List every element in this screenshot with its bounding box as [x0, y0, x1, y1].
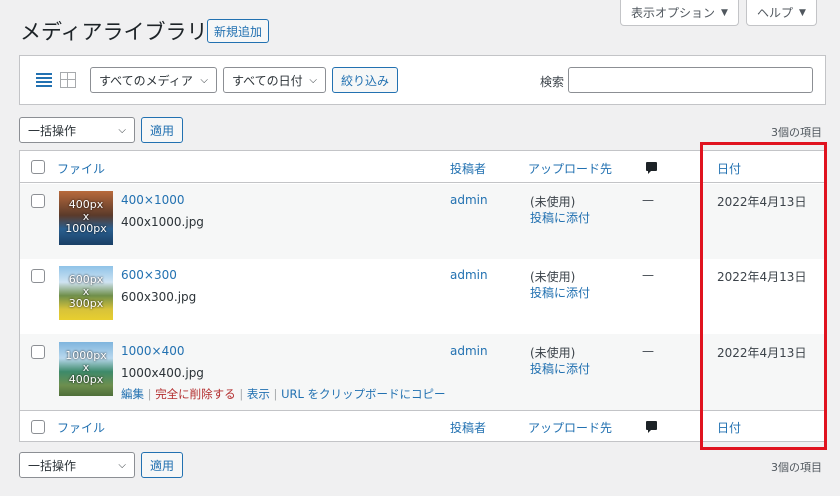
- screen-options-label: 表示オプション: [631, 6, 716, 20]
- column-file[interactable]: ファイル: [57, 419, 105, 436]
- thumbnail-image[interactable]: 1000px x 400px: [59, 342, 113, 396]
- search-input[interactable]: [568, 67, 813, 93]
- chevron-down-icon: ⌵: [118, 459, 126, 471]
- author-link[interactable]: admin: [450, 193, 488, 207]
- column-author[interactable]: 投稿者: [450, 160, 486, 177]
- add-new-button[interactable]: 新規追加: [207, 19, 270, 43]
- delete-permanently-link[interactable]: 完全に削除する: [155, 387, 236, 401]
- comment-count: —: [642, 193, 654, 207]
- caret-down-icon: ▼: [799, 7, 806, 18]
- bulk-action-select-top[interactable]: 一括操作 ⌵: [19, 117, 135, 143]
- date-select[interactable]: すべての日付 ⌵: [223, 67, 326, 93]
- item-count-top: 3個の項目: [771, 126, 822, 139]
- author-link[interactable]: admin: [450, 268, 488, 282]
- view-link[interactable]: 表示: [247, 387, 270, 401]
- column-file[interactable]: ファイル: [57, 160, 105, 177]
- media-filename: 400x1000.jpg: [121, 215, 204, 229]
- bulk-action-select-bottom[interactable]: 一括操作 ⌵: [19, 452, 135, 478]
- media-type-select[interactable]: すべてのメディア ⌵: [90, 67, 217, 93]
- select-all-checkbox[interactable]: [31, 420, 45, 434]
- row-checkbox[interactable]: [31, 269, 45, 283]
- chevron-down-icon: ⌵: [200, 74, 208, 86]
- comment-count: —: [642, 268, 654, 282]
- bulk-action-value: 一括操作: [28, 123, 77, 138]
- bulk-action-value: 一括操作: [28, 458, 77, 473]
- media-type-value: すべてのメディア: [99, 73, 193, 88]
- uploaded-status: (未使用): [530, 195, 576, 209]
- uploaded-status: (未使用): [530, 270, 576, 284]
- edit-link[interactable]: 編集: [121, 387, 144, 401]
- uploaded-status: (未使用): [530, 346, 576, 360]
- row-checkbox[interactable]: [31, 194, 45, 208]
- media-title-link[interactable]: 400×1000: [121, 193, 185, 207]
- item-count-bottom: 3個の項目: [771, 461, 822, 474]
- separator: |: [273, 387, 278, 401]
- caret-down-icon: ▼: [721, 7, 728, 18]
- comment-icon: [646, 421, 657, 433]
- select-all-checkbox[interactable]: [31, 160, 45, 174]
- row-actions: 編集 | 完全に削除する | 表示 | URL をクリップボードにコピー: [121, 386, 446, 402]
- page-title: メディアライブラリ: [20, 20, 208, 44]
- author-link[interactable]: admin: [450, 344, 488, 358]
- comment-count: —: [642, 344, 654, 358]
- thumbnail-image[interactable]: 600px x 300px: [59, 266, 113, 320]
- apply-button-top[interactable]: 適用: [141, 117, 184, 143]
- thumbnail-image[interactable]: 400px x 1000px: [59, 191, 113, 245]
- separator: |: [239, 387, 244, 401]
- chevron-down-icon: ⌵: [118, 124, 126, 136]
- search-label: 検索: [540, 75, 565, 89]
- media-title-link[interactable]: 600×300: [121, 268, 177, 282]
- date-column-highlight: [700, 142, 827, 450]
- attach-link[interactable]: 投稿に添付: [530, 360, 590, 377]
- help-button[interactable]: ヘルプ ▼: [746, 0, 817, 26]
- column-uploaded-to[interactable]: アップロード先: [528, 419, 612, 436]
- media-filename: 600x300.jpg: [121, 290, 197, 304]
- apply-button-bottom[interactable]: 適用: [141, 452, 184, 478]
- separator: |: [147, 387, 152, 401]
- comment-icon: [646, 162, 657, 174]
- grid-view-icon[interactable]: [60, 72, 76, 88]
- filter-button[interactable]: 絞り込み: [332, 67, 399, 93]
- screen-options-button[interactable]: 表示オプション ▼: [620, 0, 739, 26]
- attach-link[interactable]: 投稿に添付: [530, 209, 590, 226]
- media-filename: 1000x400.jpg: [121, 366, 204, 380]
- date-select-value: すべての日付: [232, 73, 303, 88]
- help-label: ヘルプ: [757, 6, 794, 20]
- media-title-link[interactable]: 1000×400: [121, 344, 185, 358]
- copy-url-link[interactable]: URL をクリップボードにコピー: [281, 387, 445, 401]
- column-uploaded-to[interactable]: アップロード先: [528, 160, 612, 177]
- attach-link[interactable]: 投稿に添付: [530, 284, 590, 301]
- chevron-down-icon: ⌵: [309, 74, 317, 86]
- row-checkbox[interactable]: [31, 345, 45, 359]
- list-view-icon[interactable]: [36, 73, 52, 87]
- column-author[interactable]: 投稿者: [450, 419, 486, 436]
